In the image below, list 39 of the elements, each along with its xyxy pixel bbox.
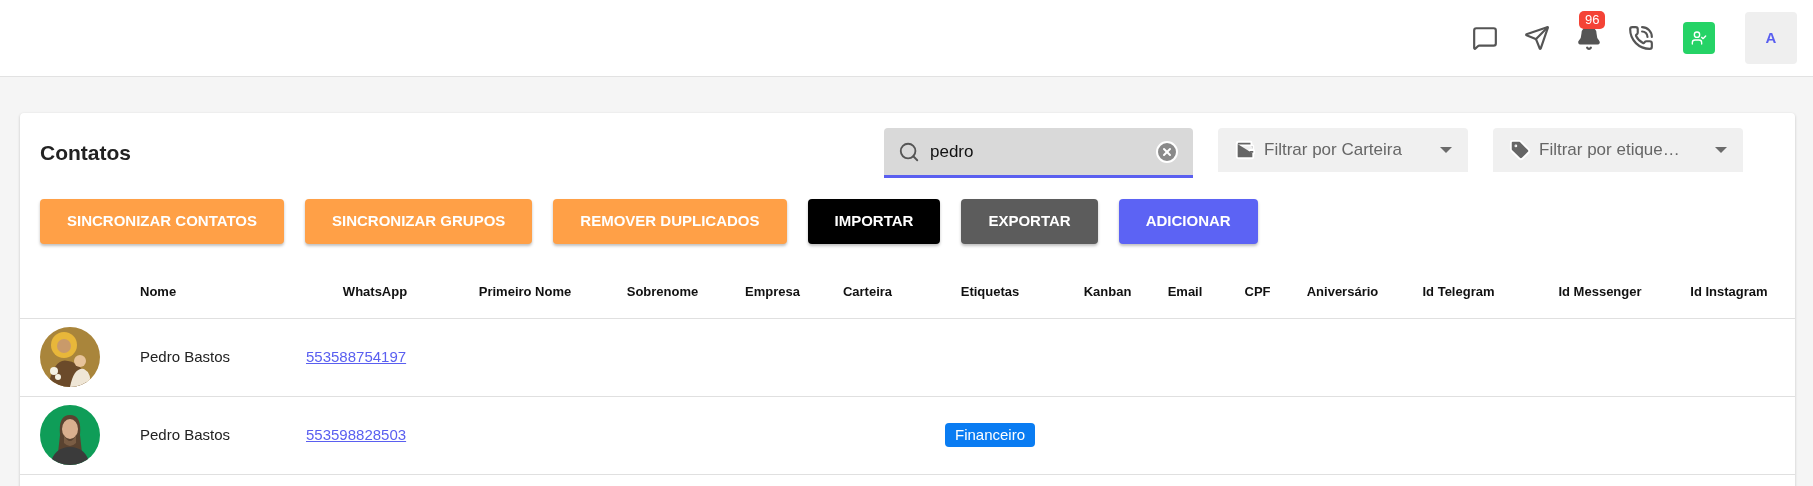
search-field[interactable]: pedro [884,128,1193,178]
column-header: Email [1160,265,1210,318]
table-cell: Pedro Bastos [125,396,290,474]
filter-placeholder: Filtrar por etique… [1539,139,1681,162]
action-button[interactable]: EXPORTAR [961,199,1098,244]
profile-button[interactable]: A [1745,12,1797,64]
column-header: Carteira [810,265,925,318]
clear-icon[interactable] [1155,139,1179,164]
wallet-icon [1234,139,1256,161]
filter-dropdown[interactable]: Filtrar por Carteira [1218,128,1468,172]
user-check-button[interactable] [1683,22,1715,54]
column-header: Id Telegram [1380,265,1537,318]
search-input[interactable]: pedro [930,138,1155,165]
dropdown-caret-icon [1440,147,1452,153]
action-button[interactable]: IMPORTAR [807,199,941,244]
whatsapp-link[interactable]: 553598828503 [306,426,407,443]
search-icon [898,140,920,163]
whatsapp-link[interactable]: 553588754197 [306,348,407,365]
user-check-icon [1691,30,1707,46]
column-header: Aniversário [1305,265,1380,318]
dropdown-caret-icon [1715,147,1727,153]
notification-badge: 96 [1579,11,1606,29]
column-header: Sobrenome [590,265,735,318]
column-header: Empresa [735,265,810,318]
table-cell: Pedro Bastos [125,318,290,396]
column-header: Etiquetas [925,265,1055,318]
filter-placeholder: Filtrar por Carteira [1264,139,1403,162]
column-header: Id Messenger [1537,265,1663,318]
page-title: Contatos [40,140,131,167]
column-header: Id Instagram [1663,265,1795,318]
tag-chip: Financeiro [944,422,1035,448]
column-header: Kanban [1055,265,1160,318]
column-header: WhatsApp [290,265,460,318]
column-header: Primeiro Nome [460,265,590,318]
column-header: Nome [125,265,290,318]
filter-dropdown[interactable]: Filtrar por etique… [1493,128,1743,172]
column-header: CPF [1210,265,1305,318]
tag-icon [1509,139,1531,161]
action-button[interactable]: ADICIONAR [1118,199,1258,244]
